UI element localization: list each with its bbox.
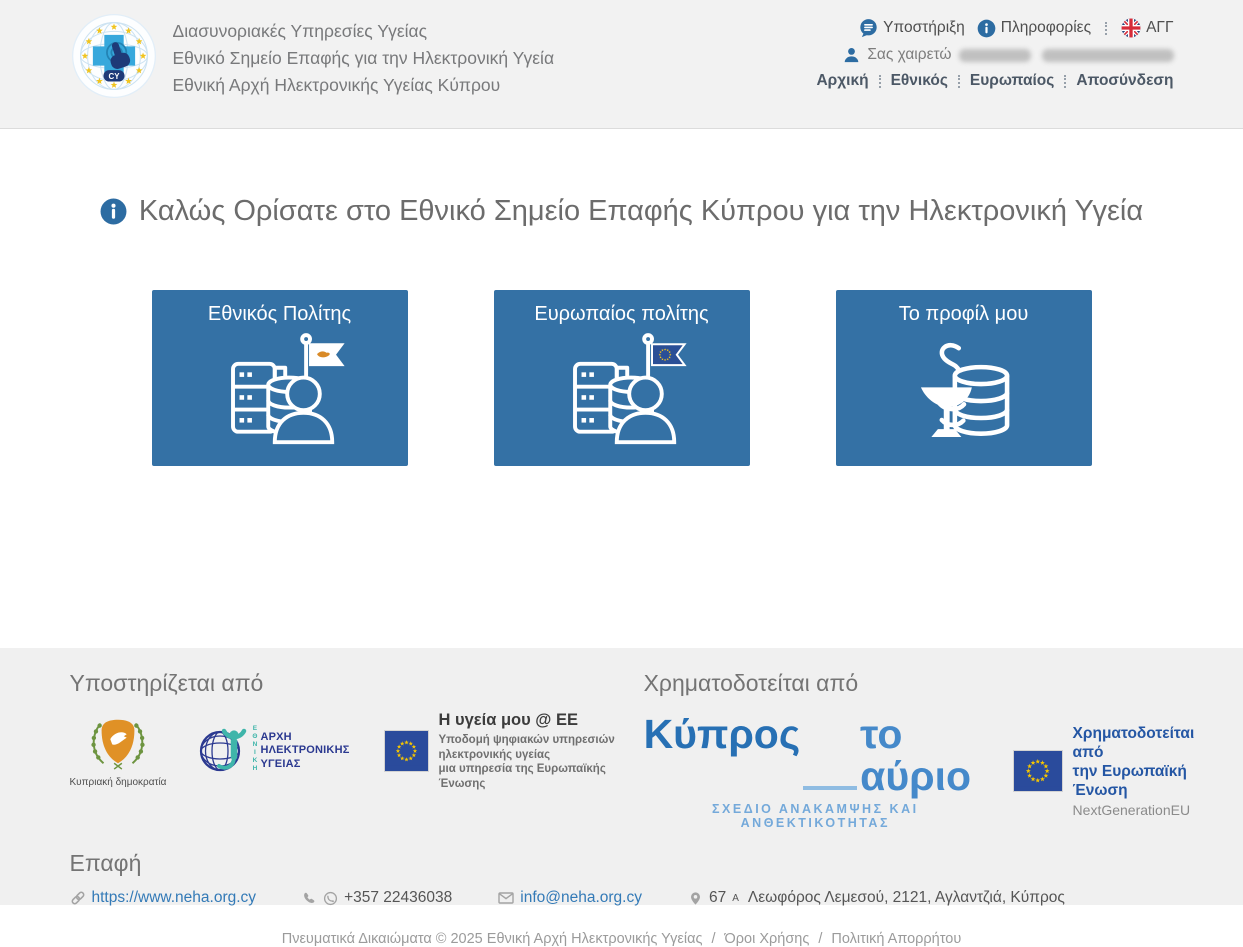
separator: / xyxy=(818,931,822,947)
eu-flag-icon xyxy=(384,730,429,772)
location-pin-icon xyxy=(688,891,703,906)
brand-line-1: Διασυνοριακές Υπηρεσίες Υγείας xyxy=(173,18,555,45)
main-content: Καλώς Ορίσατε στο Εθνικό Σημείο Επαφής Κ… xyxy=(0,129,1243,648)
footer: Υποστηρίζεται από xyxy=(0,648,1243,905)
greeting-label: Σας χαιρετώ xyxy=(867,46,951,64)
language-link[interactable]: ΑΓΓ xyxy=(1121,18,1173,38)
supported-by-title: Υποστηρίζεται από xyxy=(70,670,644,697)
eu-funding-logo: Χρηματοδοτείται από την Ευρωπαϊκή Ένωση … xyxy=(1013,724,1208,818)
my-profile-icon xyxy=(895,326,1033,450)
link-icon xyxy=(70,890,86,906)
separator xyxy=(1105,22,1107,35)
info-icon xyxy=(977,19,996,38)
nav-home[interactable]: Αρχική xyxy=(816,72,868,90)
eu-flag-icon xyxy=(1013,750,1063,792)
website-label: https://www.neha.org.cy xyxy=(92,889,257,907)
support-label: Υποστήριξη xyxy=(883,19,965,37)
separator xyxy=(958,75,960,88)
copyright-text: Πνευματικά Δικαιώματα © 2025 Εθνική Αρχή… xyxy=(282,931,703,947)
european-citizen-icon xyxy=(553,326,691,450)
email-link[interactable]: info@neha.org.cy xyxy=(498,889,642,907)
ehealth-authority-line: ΗΛΕΚΤΡΟΝΙΚΗΣ xyxy=(260,744,349,758)
page: CY Διασυνοριακές Υπηρεσίες Υγείας Εθνικό… xyxy=(0,0,1243,905)
site-logo-icon: CY xyxy=(70,12,158,100)
cyprus-tomorrow-logo: Κύπρος το αύριο ΣΧΕΔΙΟ ΑΝΑΚΑΜΨΗΣ ΚΑΙ ΑΝΘ… xyxy=(644,713,987,830)
phone-24h-icon xyxy=(323,891,338,906)
user-greeting: Σας χαιρετώ xyxy=(843,46,1173,64)
cards-row: Εθνικός Πολίτης xyxy=(0,290,1243,466)
header-right: Υποστήριξη Πληροφορίες xyxy=(816,12,1173,100)
page-title: Καλώς Ορίσατε στο Εθνικό Σημείο Επαφής Κ… xyxy=(0,129,1243,228)
copyright: Πνευματικά Δικαιώματα © 2025 Εθνική Αρχή… xyxy=(70,931,1174,947)
nav-national[interactable]: Εθνικός xyxy=(891,72,948,90)
card-title: Ευρωπαίος πολίτης xyxy=(494,303,750,326)
card-national-citizen[interactable]: Εθνικός Πολίτης xyxy=(152,290,408,466)
myhealth-eu-logo: Η υγεία μου @ ΕΕ Υποδομή ψηφιακών υπηρεσ… xyxy=(384,711,644,791)
card-european-citizen[interactable]: Ευρωπαίος πολίτης xyxy=(494,290,750,466)
phone-label: +357 22436038 xyxy=(344,889,452,907)
ehealth-authority-vertical-label: ΕΘΝΙΚΗ xyxy=(251,725,258,777)
eu-funding-line: Χρηματοδοτείται από xyxy=(1073,724,1208,762)
logo-country-code: CY xyxy=(108,72,120,81)
ehealth-authority-line: ΥΓΕΙΑΣ xyxy=(260,758,349,772)
brand-home-link[interactable]: CY Διασυνοριακές Υπηρεσίες Υγείας Εθνικό… xyxy=(70,12,555,100)
card-title: Το προφίλ μου xyxy=(836,303,1092,326)
contact-title: Επαφή xyxy=(70,850,1174,877)
card-my-profile[interactable]: Το προφίλ μου xyxy=(836,290,1092,466)
privacy-link[interactable]: Πολιτική Απορρήτου xyxy=(831,931,961,947)
user-icon xyxy=(843,46,860,64)
header: CY Διασυνοριακές Υπηρεσίες Υγείας Εθνικό… xyxy=(0,0,1243,129)
support-link[interactable]: Υποστήριξη xyxy=(859,18,965,38)
info-label: Πληροφορίες xyxy=(1001,19,1091,37)
address-text: Λεωφόρος Λεμεσού, 2121, Αγλαντζιά, Κύπρο… xyxy=(748,889,1065,907)
myhealth-eu-subtitle: μια υπηρεσία της Ευρωπαϊκής Ένωσης xyxy=(439,762,644,791)
ehealth-authority-line: ΑΡΧΗ xyxy=(260,731,349,745)
terms-link[interactable]: Όροι Χρήσης xyxy=(725,931,810,947)
myhealth-eu-title: Η υγεία μου @ ΕΕ xyxy=(439,711,644,730)
user-surname-redacted xyxy=(1042,49,1174,62)
envelope-icon xyxy=(498,890,514,906)
brand-line-2: Εθνικό Σημείο Επαφής για την Ηλεκτρονική… xyxy=(173,45,555,72)
cyprus-tomorrow-part2: το αύριο xyxy=(860,713,987,797)
separator: / xyxy=(711,931,715,947)
nav-european[interactable]: Ευρωπαίος xyxy=(970,72,1054,90)
cyprus-tomorrow-part1: Κύπρος xyxy=(644,713,801,755)
brand-line-3: Εθνική Αρχή Ηλεκτρονικής Υγείας Κύπρου xyxy=(173,72,555,99)
email-label: info@neha.org.cy xyxy=(520,889,642,907)
website-link[interactable]: https://www.neha.org.cy xyxy=(70,889,257,907)
contact-row: https://www.neha.org.cy +357 22436038 xyxy=(70,889,1174,907)
address-number: 67 xyxy=(709,889,726,907)
language-label: ΑΓΓ xyxy=(1146,19,1173,37)
phone-item: +357 22436038 xyxy=(302,889,452,907)
nav-logout[interactable]: Αποσύνδεση xyxy=(1076,72,1173,90)
user-name-redacted xyxy=(959,49,1031,62)
info-icon xyxy=(100,198,127,225)
cyprus-coat-of-arms-icon xyxy=(87,714,149,770)
support-icon xyxy=(859,18,878,38)
welcome-title: Καλώς Ορίσατε στο Εθνικό Σημείο Επαφής Κ… xyxy=(139,195,1143,228)
separator xyxy=(1064,75,1066,88)
phone-icon xyxy=(302,891,317,906)
address-item: 67 Α Λεωφόρος Λεμεσού, 2121, Αγλαντζιά, Κύ… xyxy=(688,889,1065,907)
globe-person-icon xyxy=(196,724,250,778)
ehealth-authority-logo: ΕΘΝΙΚΗ ΑΡΧΗ ΗΛΕΚΤΡΟΝΙΚΗΣ ΥΓΕΙΑΣ xyxy=(196,724,349,778)
card-title: Εθνικός Πολίτης xyxy=(152,303,408,326)
uk-flag-icon xyxy=(1121,18,1141,38)
cyprus-tomorrow-line xyxy=(803,786,857,790)
eu-funding-nextgen: NextGenerationEU xyxy=(1073,802,1208,818)
separator xyxy=(879,75,881,88)
national-citizen-icon xyxy=(211,326,349,450)
cyprus-republic-caption: Κυπριακή δημοκρατία xyxy=(70,777,167,788)
main-nav: Αρχική Εθνικός Ευρωπαίος Αποσύνδεση xyxy=(816,72,1173,90)
address-superscript: Α xyxy=(732,893,739,904)
myhealth-eu-subtitle: Υποδομή ψηφιακών υπηρεσιών ηλεκτρονικής … xyxy=(439,733,644,762)
funded-by-title: Χρηματοδοτείται από xyxy=(644,670,1174,697)
cyprus-tomorrow-subtitle: ΣΧΕΔΙΟ ΑΝΑΚΑΜΨΗΣ ΚΑΙ ΑΝΘΕΚΤΙΚΟΤΗΤΑΣ xyxy=(644,802,987,830)
eu-funding-line: την Ευρωπαϊκή Ένωση xyxy=(1073,762,1208,800)
info-link[interactable]: Πληροφορίες xyxy=(977,19,1091,38)
cyprus-republic-logo: Κυπριακή δημοκρατία xyxy=(70,714,167,788)
